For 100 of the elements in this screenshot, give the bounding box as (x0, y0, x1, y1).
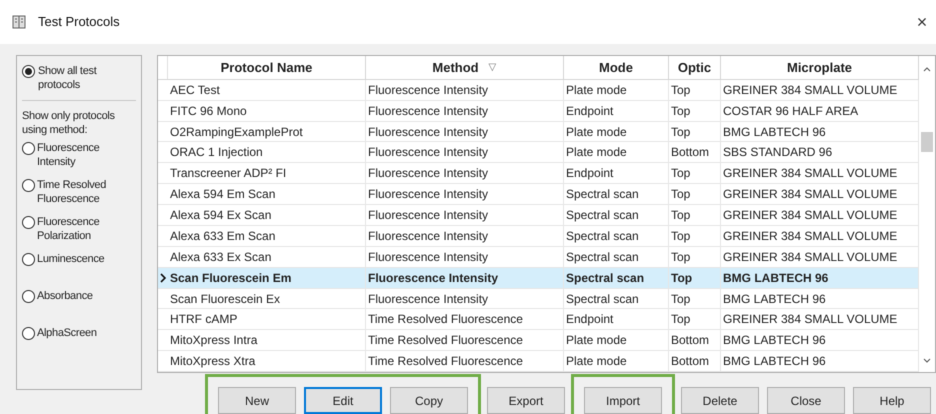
table-cell: ORAC 1 Injection (168, 142, 366, 162)
table-row[interactable]: Alexa 594 Em Scan Fluorescence Intensity Spectral scan Top GREINER 384 SMALL VOLUME (158, 184, 919, 206)
table-row[interactable]: FITC 96 Mono Fluorescence Intensity Endpoint Top COSTAR 96 HALF AREA (158, 100, 919, 122)
table-row[interactable]: Scan Fluorescein Ex Fluorescence Intensity Spectral scan Top BMG LABTECH 96 (158, 288, 919, 310)
dialog-button[interactable]: New (218, 387, 296, 414)
scroll-down-icon[interactable] (923, 358, 931, 364)
table-cell: Plate mode (564, 351, 669, 372)
section-label: Show only protocols using method: (22, 109, 116, 137)
radio-button[interactable] (22, 290, 35, 303)
column-header[interactable]: Method ▽ (366, 56, 564, 79)
table-cell: Alexa 594 Em Scan (168, 184, 366, 204)
table-row[interactable]: O2RampingExampleProt Fluorescence Intensity Plate mode Top BMG LABTECH 96 (158, 122, 919, 142)
table-cell: Plate mode (564, 80, 669, 100)
table-cell: Alexa 633 Ex Scan (168, 246, 366, 267)
table-cell: HTRF cAMP (168, 309, 366, 330)
table-cell: Top (669, 205, 721, 225)
table-cell: FITC 96 Mono (168, 100, 366, 121)
radio-label: Luminescence (37, 252, 104, 266)
table-cell: MitoXpress Xtra (168, 351, 366, 372)
table-cell: Scan Fluorescein Ex (168, 288, 366, 308)
table-cell: Fluorescence Intensity (366, 288, 564, 308)
table-row[interactable]: Scan Fluorescein Em Fluorescence Intensity Spectral scan Top BMG LABTECH 96 (158, 268, 919, 289)
close-button[interactable]: × (912, 13, 932, 31)
table-cell: Fluorescence Intensity (366, 142, 564, 162)
radio-label: Absorbance (37, 289, 93, 303)
table-cell: Fluorescence Intensity (366, 163, 564, 184)
document-icon (12, 15, 26, 29)
radio-button[interactable] (22, 142, 35, 155)
column-header[interactable]: Optic (669, 56, 721, 79)
table-cell: Fluorescence Intensity (366, 122, 564, 142)
table-cell: Fluorescence Intensity (366, 226, 564, 246)
table-cell: Top (669, 288, 721, 308)
column-header[interactable]: Protocol Name (168, 56, 366, 79)
table-cell: O2RampingExampleProt (168, 122, 366, 142)
table-cell: Endpoint (564, 309, 669, 330)
table-row[interactable]: ORAC 1 Injection Fluorescence Intensity Plate mode Bottom SBS STANDARD 96 (158, 142, 919, 164)
row-pointer-icon (160, 272, 166, 283)
table-cell: Top (669, 100, 721, 121)
table-cell: Spectral scan (564, 268, 669, 288)
scroll-thumb[interactable] (921, 132, 933, 152)
table-cell: Fluorescence Intensity (366, 80, 564, 100)
table-cell: Time Resolved Fluorescence (366, 330, 564, 350)
table-cell: Time Resolved Fluorescence (366, 309, 564, 330)
table-cell: Plate mode (564, 330, 669, 350)
dialog-button[interactable]: Edit (304, 387, 382, 414)
table-cell: Top (669, 80, 721, 100)
table-cell: Endpoint (564, 163, 669, 184)
radio-button[interactable] (22, 65, 35, 78)
table-cell: Plate mode (564, 142, 669, 162)
table-row[interactable]: Transcreener ADP² FI Fluorescence Intensity Endpoint Top GREINER 384 SMALL VOLUME (158, 163, 919, 184)
column-header[interactable]: Mode (564, 56, 669, 79)
table-cell: Scan Fluorescein Em (168, 268, 366, 288)
table-cell: Top (669, 122, 721, 142)
radio-button[interactable] (22, 253, 35, 266)
table-cell: Spectral scan (564, 246, 669, 267)
table-cell: Spectral scan (564, 226, 669, 246)
table-cell: Endpoint (564, 100, 669, 121)
radio-label: Fluorescence Intensity (37, 141, 100, 169)
radio-button[interactable] (22, 179, 35, 192)
table-row[interactable]: MitoXpress Intra Time Resolved Fluorescence Plate mode Bottom BMG LABTECH 96 (158, 330, 919, 352)
scroll-up-icon[interactable] (923, 66, 931, 72)
table-cell: Bottom (669, 142, 721, 162)
table-cell: Fluorescence Intensity (366, 184, 564, 204)
radio-label: AlphaScreen (37, 326, 97, 340)
dialog-button[interactable]: Delete (681, 387, 759, 414)
dialog-button[interactable]: Help (853, 387, 931, 414)
table-cell: Fluorescence Intensity (366, 268, 564, 288)
radio-button[interactable] (22, 216, 35, 229)
dialog-button[interactable]: Copy (390, 387, 468, 414)
table-cell: MitoXpress Intra (168, 330, 366, 350)
table-cell: Spectral scan (564, 184, 669, 204)
table-cell: Top (669, 163, 721, 184)
table-row[interactable]: Alexa 633 Em Scan Fluorescence Intensity Spectral scan Top GREINER 384 SMALL VOLUME (158, 226, 919, 247)
window-title: Test Protocols (38, 13, 120, 32)
table-cell: Top (669, 309, 721, 330)
table-cell: Time Resolved Fluorescence (366, 351, 564, 372)
table-cell: Alexa 633 Em Scan (168, 226, 366, 246)
dialog-button[interactable]: Import (584, 387, 662, 414)
table-cell: Fluorescence Intensity (366, 100, 564, 121)
table-row[interactable]: HTRF cAMP Time Resolved Fluorescence Endpoint Top GREINER 384 SMALL VOLUME (158, 309, 919, 330)
table-cell: Top (669, 246, 721, 267)
table-cell: Bottom (669, 330, 721, 350)
table-cell: Fluorescence Intensity (366, 205, 564, 225)
table-cell: Bottom (669, 351, 721, 372)
dialog-button[interactable]: Export (487, 387, 565, 414)
table-cell: Transcreener ADP² FI (168, 163, 366, 184)
table-cell: Top (669, 184, 721, 204)
table-row[interactable]: Alexa 594 Ex Scan Fluorescence Intensity Spectral scan Top GREINER 384 SMALL VOLUME (158, 205, 919, 226)
table-row[interactable]: MitoXpress Xtra Time Resolved Fluorescence Plate mode Bottom BMG LABTECH 96 (158, 351, 919, 372)
radio-label: Time Resolved Fluorescence (37, 178, 108, 206)
table-cell: Spectral scan (564, 288, 669, 308)
radio-label: Fluorescence Polarization (37, 215, 100, 243)
table-cell: Fluorescence Intensity (366, 246, 564, 267)
table-cell: AEC Test (168, 80, 366, 100)
table-cell: Spectral scan (564, 205, 669, 225)
radio-label: Show all test protocols (38, 64, 98, 92)
table-row[interactable]: AEC Test Fluorescence Intensity Plate mode Top GREINER 384 SMALL VOLUME (158, 80, 919, 101)
dialog-button[interactable]: Close (767, 387, 845, 414)
table-cell: Alexa 594 Ex Scan (168, 205, 366, 225)
radio-button[interactable] (22, 327, 35, 340)
